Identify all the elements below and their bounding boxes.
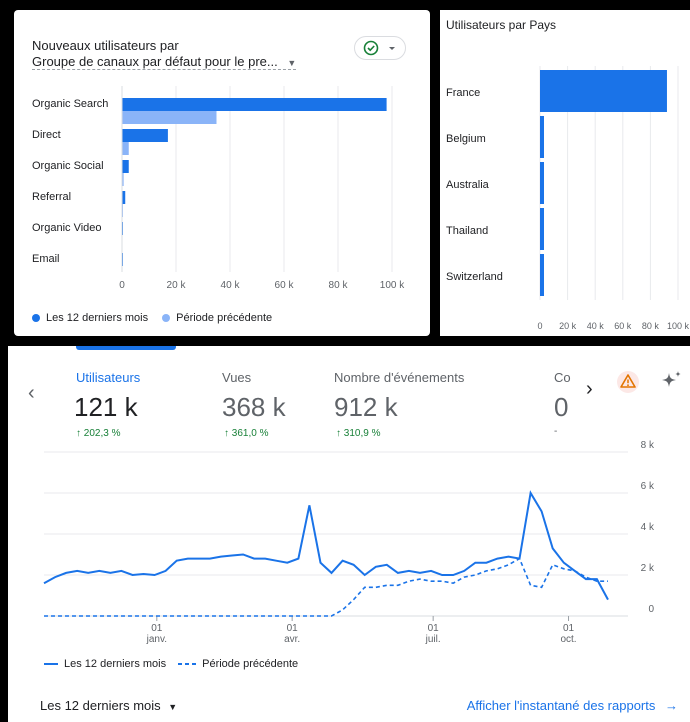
x-tick-label: 80 k xyxy=(329,280,349,291)
overview-card: ‹ Utilisateurs 121 k ↑ 202,3 % Vues 368 … xyxy=(8,346,690,722)
category-label: Thailand xyxy=(446,225,488,237)
x-tick-label: 0 xyxy=(119,280,125,291)
legend-label-current: Les 12 derniers mois xyxy=(64,658,167,670)
legend-label-previous: Période précédente xyxy=(176,312,273,324)
category-label: Email xyxy=(32,253,60,265)
legend-line-dashed xyxy=(178,663,197,665)
x-tick-label: janv. xyxy=(146,634,167,645)
bar xyxy=(540,162,544,204)
arrow-right-icon: → xyxy=(665,698,678,713)
x-tick-label: 20 k xyxy=(167,280,187,291)
y-tick-label: 6 k xyxy=(641,481,655,492)
category-label: Referral xyxy=(32,191,71,203)
x-tick-label: 100 k xyxy=(667,321,690,331)
legend-dot-previous xyxy=(162,314,171,322)
dropdown-arrow-icon: ▼ xyxy=(168,702,178,712)
x-tick-label: 01 xyxy=(151,623,163,634)
legend-label-previous: Période précédente xyxy=(202,658,299,670)
trend-legend: Les 12 derniers mois Période précédente xyxy=(44,658,298,670)
y-tick-label: 2 k xyxy=(641,563,655,574)
bar-previous xyxy=(122,142,129,155)
x-tick-label: oct. xyxy=(560,634,576,645)
x-tick-label: 60 k xyxy=(614,321,632,331)
category-label: France xyxy=(446,87,480,99)
x-tick-label: 20 k xyxy=(559,321,577,331)
bar xyxy=(540,116,544,158)
date-range-label: Les 12 derniers mois xyxy=(40,698,161,713)
y-tick-label: 4 k xyxy=(641,522,655,533)
x-tick-label: 60 k xyxy=(275,280,295,291)
legend-label-current: Les 12 derniers mois xyxy=(46,312,149,324)
bar-current xyxy=(122,129,168,142)
x-tick-label: 40 k xyxy=(221,280,241,291)
y-tick-label: 0 xyxy=(648,604,654,615)
new-users-by-channel-card: Nouveaux utilisateurs par Groupe de cana… xyxy=(14,10,430,336)
x-tick-label: 100 k xyxy=(380,280,405,291)
bar-current xyxy=(122,160,129,173)
bar xyxy=(540,70,667,112)
category-label: Australia xyxy=(446,179,490,191)
x-tick-label: 40 k xyxy=(587,321,605,331)
category-label: Belgium xyxy=(446,133,486,145)
view-report-snapshot-label: Afficher l'instantané des rapports xyxy=(466,698,656,713)
category-label: Organic Social xyxy=(32,160,104,172)
x-tick-label: 80 k xyxy=(642,321,660,331)
date-range-selector[interactable]: Les 12 derniers mois ▼ xyxy=(40,698,177,713)
legend-line-solid xyxy=(44,663,58,665)
bar-previous xyxy=(122,111,217,124)
series-current-line xyxy=(43,490,609,601)
bar-current xyxy=(122,98,387,111)
x-tick-label: avr. xyxy=(284,634,300,645)
x-tick-label: 01 xyxy=(428,623,440,634)
y-tick-label: 8 k xyxy=(641,440,655,451)
category-label: Organic Video xyxy=(32,222,102,234)
x-tick-label: juil. xyxy=(425,634,441,645)
x-tick-label: 0 xyxy=(537,321,542,331)
view-report-snapshot-link[interactable]: Afficher l'instantané des rapports → xyxy=(467,698,678,713)
channels-legend: Les 12 derniers mois Période précédente xyxy=(32,312,272,324)
legend-dot-current xyxy=(32,314,40,322)
x-tick-label: 01 xyxy=(287,623,299,634)
category-label: Organic Search xyxy=(32,98,108,110)
bar xyxy=(540,208,544,250)
bar xyxy=(540,254,544,296)
x-tick-label: 01 xyxy=(563,623,575,634)
category-label: Direct xyxy=(32,129,61,141)
users-by-country-card: Utilisateurs par Pays 0 20 k 40 k 60 k 80 k1… xyxy=(440,10,690,336)
category-label: Switzerland xyxy=(446,271,503,283)
